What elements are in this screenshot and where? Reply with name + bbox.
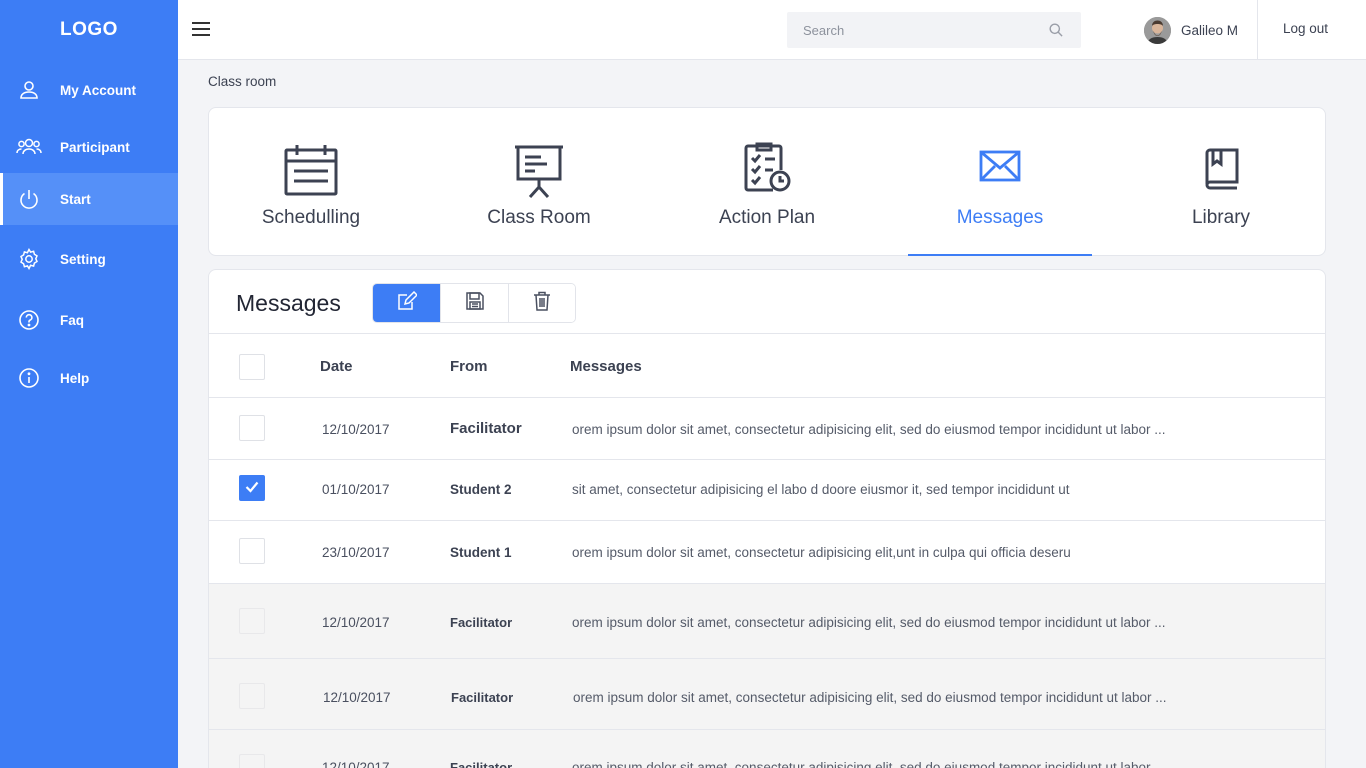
checkmark-icon — [245, 481, 259, 496]
logout-button[interactable]: Log out — [1283, 21, 1328, 36]
compose-button[interactable] — [373, 284, 441, 322]
sidebar-item-my-account[interactable]: My Account — [0, 64, 178, 116]
tab-label: Class Room — [487, 207, 591, 228]
column-date: Date — [320, 358, 353, 375]
envelope-icon — [979, 150, 1021, 187]
row-date: 12/10/2017 — [322, 615, 390, 630]
row-message: orem ipsum dolor sit amet, consectetur a… — [572, 545, 1071, 560]
messages-panel: Messages Date From Messages 12/10/2017 F… — [208, 269, 1326, 768]
tab-label: Action Plan — [718, 207, 816, 228]
row-checkbox[interactable] — [239, 415, 265, 441]
row-checkbox[interactable] — [239, 754, 265, 768]
logo: LOGO — [60, 19, 118, 40]
tab-label: Schedulling — [261, 207, 361, 228]
row-from: Student 2 — [450, 482, 512, 497]
message-toolbar — [372, 283, 576, 323]
row-from: Facilitator — [451, 690, 514, 705]
sidebar-item-label: Start — [60, 191, 91, 207]
avatar — [1144, 16, 1171, 44]
row-message: sit amet, consectetur adipisicing el lab… — [572, 482, 1070, 497]
search-icon[interactable] — [1049, 23, 1063, 42]
top-bar: Galileo M Log out — [178, 0, 1366, 60]
tab-schedulling[interactable]: Schedulling — [219, 108, 403, 256]
compose-icon — [397, 290, 418, 316]
row-checkbox[interactable] — [239, 475, 265, 501]
sidebar: LOGO My Account Participant Start Settin… — [0, 0, 178, 768]
sidebar-item-label: Help — [60, 370, 90, 386]
row-date: 23/10/2017 — [322, 545, 390, 560]
messages-header: Messages — [209, 270, 1325, 334]
tab-label: Library — [1191, 207, 1251, 228]
row-message: orem ipsum dolor sit amet, consectetur a… — [572, 615, 1166, 630]
user-name: Galileo M — [1181, 22, 1239, 38]
row-message: orem ipsum dolor sit amet, consectetur a… — [572, 760, 1166, 768]
info-icon — [16, 365, 42, 391]
row-from: Facilitator — [450, 615, 513, 630]
book-icon — [1203, 148, 1239, 195]
tab-action-plan[interactable]: Action Plan — [677, 108, 857, 256]
save-button[interactable] — [441, 284, 509, 322]
sidebar-item-help[interactable]: Help — [0, 352, 178, 404]
divider — [1257, 0, 1258, 59]
row-checkbox[interactable] — [239, 608, 265, 634]
sidebar-item-participant[interactable]: Participant — [0, 121, 178, 173]
table-row[interactable]: 12/10/2017 Facilitator orem ipsum dolor … — [209, 584, 1325, 659]
row-from: Student 1 — [450, 545, 512, 560]
row-from: Facilitator — [450, 420, 522, 437]
table-row[interactable]: 01/10/2017 Student 2 sit amet, consectet… — [209, 460, 1325, 521]
users-icon — [16, 134, 42, 160]
calendar-icon — [284, 144, 338, 201]
column-from: From — [450, 358, 488, 375]
select-all-checkbox[interactable] — [239, 354, 265, 380]
row-message: orem ipsum dolor sit amet, consectetur a… — [573, 690, 1167, 705]
question-icon — [16, 307, 42, 333]
sidebar-item-faq[interactable]: Faq — [0, 294, 178, 346]
row-date: 12/10/2017 — [323, 690, 391, 705]
panel-title: Messages — [236, 290, 341, 316]
presentation-board-icon — [513, 144, 565, 203]
module-tabs: Schedulling Class Room Action Plan Messa… — [208, 107, 1326, 256]
search-input[interactable] — [787, 12, 1027, 48]
sidebar-item-setting[interactable]: Setting — [0, 233, 178, 285]
user-menu[interactable]: Galileo M — [1144, 15, 1238, 45]
sidebar-item-start[interactable]: Start — [0, 173, 178, 225]
breadcrumb: Class room — [208, 74, 277, 89]
save-icon — [465, 291, 485, 316]
column-messages: Messages — [570, 358, 642, 375]
table-row[interactable]: 12/10/2017 Facilitator orem ipsum dolor … — [209, 398, 1325, 460]
table-row[interactable]: 12/10/2017 Facilitator orem ipsum dolor … — [209, 659, 1325, 730]
table-row[interactable]: 12/10/2017 Facilitator orem ipsum dolor … — [209, 730, 1325, 768]
row-date: 12/10/2017 — [322, 422, 390, 437]
row-checkbox[interactable] — [239, 683, 265, 709]
row-checkbox[interactable] — [239, 538, 265, 564]
gear-icon — [16, 246, 42, 272]
tab-class-room[interactable]: Class Room — [449, 108, 629, 256]
trash-icon — [533, 291, 551, 316]
sidebar-item-label: Setting — [60, 251, 106, 267]
table-header: Date From Messages — [209, 334, 1325, 398]
search-box — [787, 12, 1081, 48]
hamburger-menu-icon[interactable] — [192, 22, 210, 37]
row-date: 12/10/2017 — [322, 760, 390, 768]
sidebar-item-label: Participant — [60, 139, 130, 155]
power-icon — [16, 186, 42, 212]
tab-messages[interactable]: Messages — [908, 108, 1092, 256]
table-row[interactable]: 23/10/2017 Student 1 orem ipsum dolor si… — [209, 521, 1325, 584]
row-from: Facilitator — [450, 760, 513, 768]
tab-library[interactable]: Library — [1131, 108, 1311, 256]
sidebar-item-label: My Account — [60, 82, 137, 98]
user-icon — [16, 77, 42, 103]
sidebar-item-label: Faq — [60, 312, 85, 328]
row-date: 01/10/2017 — [322, 482, 390, 497]
tab-label: Messages — [956, 207, 1044, 228]
row-message: orem ipsum dolor sit amet, consectetur a… — [572, 422, 1166, 437]
delete-button[interactable] — [509, 284, 575, 322]
checklist-icon — [743, 142, 791, 197]
